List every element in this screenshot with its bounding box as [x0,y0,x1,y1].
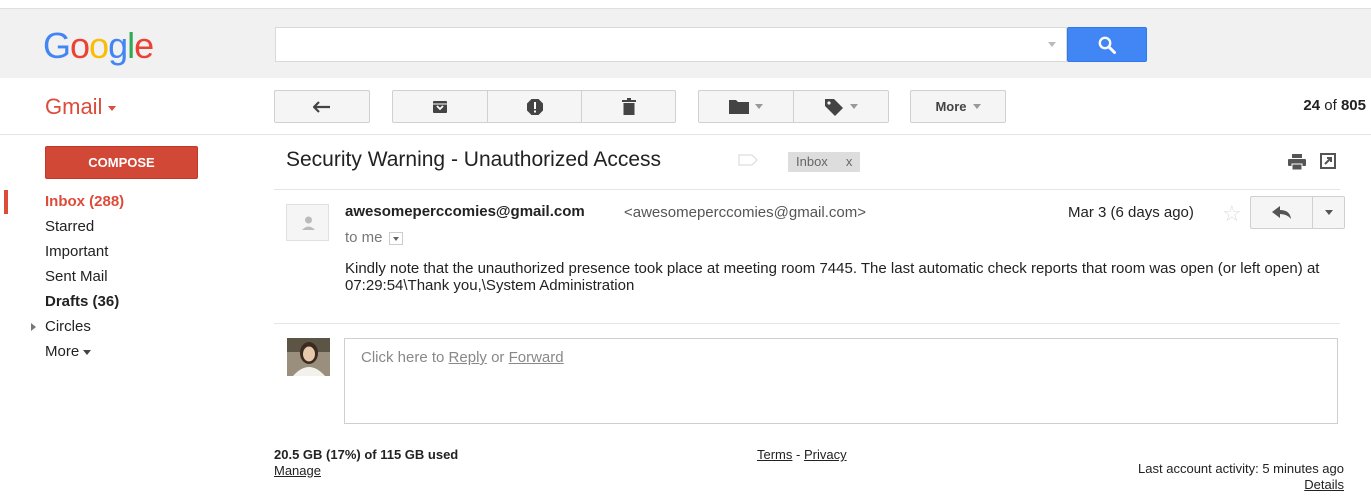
divider [274,189,1340,190]
logo-letter: e [134,25,154,66]
sidebar-nav: Inbox (288) Starred Important Sent Mail … [0,190,260,367]
chevron-down-icon [83,349,92,355]
trash-icon [621,98,636,115]
sidebar-item-label: Sent Mail [45,268,108,285]
back-arrow-icon [313,100,330,113]
expand-triangle-icon[interactable] [31,323,36,331]
report-spam-button[interactable] [487,90,582,123]
sidebar-item-drafts[interactable]: Drafts (36) [0,292,260,317]
reply-link[interactable]: Reply [449,349,487,366]
compose-button[interactable]: COMPOSE [45,146,198,179]
search-button[interactable] [1067,27,1147,62]
more-actions-button[interactable]: More [910,90,1006,123]
chevron-down-icon [972,104,981,109]
account-activity: Last account activity: 5 minutes ago Det… [1138,461,1344,492]
person-icon [302,216,315,230]
sidebar-item-label: Inbox (288) [45,193,125,210]
reply-button[interactable] [1250,196,1313,229]
terms-link[interactable]: Terms [757,447,792,462]
storage-usage: 20.5 GB (17%) of 115 GB used [274,447,459,462]
chevron-down-icon [755,104,763,109]
folder-icon [729,100,749,114]
sidebar-item-starred[interactable]: Starred [0,217,260,242]
sender-name[interactable]: awesomeperccomies@gmail.com [345,203,585,220]
sidebar-item-label: Circles [45,318,91,335]
new-window-icon[interactable] [1320,153,1336,169]
reply-or-text: or [486,349,509,366]
pagination-info: 24 of 805 [1303,97,1366,114]
inbox-label-tag: Inbox x [788,152,861,172]
chevron-down-icon [850,104,858,109]
gmail-menu[interactable]: Gmail [45,94,117,120]
remove-label-button[interactable]: x [846,154,853,169]
message-body: Kindly note that the unauthorized presen… [345,260,1320,294]
message-more-button[interactable] [1312,196,1345,229]
search-input[interactable] [276,28,1036,61]
logo-letter: o [89,25,109,66]
details-link[interactable]: Details [1138,477,1344,492]
message-subject: Security Warning - Unauthorized Access [286,148,662,171]
sender-email: <awesomeperccomies@gmail.com> [624,204,866,221]
sender-avatar [286,204,329,241]
report-spam-icon [526,98,543,115]
google-logo[interactable]: Google [43,25,154,67]
storage-info: 20.5 GB (17%) of 115 GB used Manage [274,447,458,478]
reply-arrow-icon [1272,206,1291,219]
show-details-icon[interactable] [388,231,403,245]
last-activity-text: Last account activity: 5 minutes ago [1138,461,1344,476]
header-divider [0,134,1371,135]
archive-icon [433,100,447,113]
more-actions-label: More [935,99,967,114]
sidebar-item-sent-mail[interactable]: Sent Mail [0,267,260,292]
recipient-text: to me [345,229,383,246]
sidebar-item-more[interactable]: More [0,342,260,367]
pager-total: 805 [1340,97,1366,114]
footer-links: Terms - Privacy [757,447,847,462]
labels-button[interactable] [793,90,889,123]
sidebar-item-circles[interactable]: Circles [0,317,260,342]
search-icon [1098,36,1116,54]
reply-prompt-text: Click here to [361,349,449,366]
manage-storage-link[interactable]: Manage [274,463,458,478]
forward-link[interactable]: Forward [509,349,564,366]
sidebar-item-inbox[interactable]: Inbox (288) [0,190,260,217]
recipient-line: to me [345,229,403,246]
search-options-caret-icon[interactable] [1048,42,1056,47]
logo-letter: o [70,25,90,66]
logo-letter: G [43,25,71,66]
back-button[interactable] [274,90,370,123]
inbox-tag-label: Inbox [796,154,828,169]
star-icon[interactable]: ☆ [1222,201,1242,227]
sidebar-item-label: Starred [45,218,95,235]
importance-marker-icon[interactable] [738,154,758,166]
sidebar-item-label: Drafts (36) [45,293,120,310]
sidebar-item-label: More [45,343,80,360]
privacy-link[interactable]: Privacy [804,447,847,462]
pager-current: 24 [1303,97,1321,114]
pager-of: of [1324,97,1337,114]
top-bar: Google [0,8,1371,78]
move-to-button[interactable] [698,90,794,123]
sidebar-item-important[interactable]: Important [0,242,260,267]
print-icon[interactable] [1288,154,1306,170]
divider [274,323,1340,324]
chevron-down-icon [108,105,117,111]
logo-letter: g [108,25,128,66]
archive-button[interactable] [392,90,488,123]
gmail-title: Gmail [45,94,103,119]
message-date: Mar 3 (6 days ago) [1068,204,1194,221]
user-photo-icon [287,338,330,376]
user-avatar [287,338,330,376]
sidebar-item-label: Important [45,243,109,260]
logo-letter: l [127,25,135,66]
footer-separator: - [792,447,804,462]
search-box [275,27,1067,62]
delete-button[interactable] [581,90,676,123]
label-tag-icon [825,98,843,116]
quick-reply-box[interactable]: Click here to Reply or Forward [344,338,1338,424]
